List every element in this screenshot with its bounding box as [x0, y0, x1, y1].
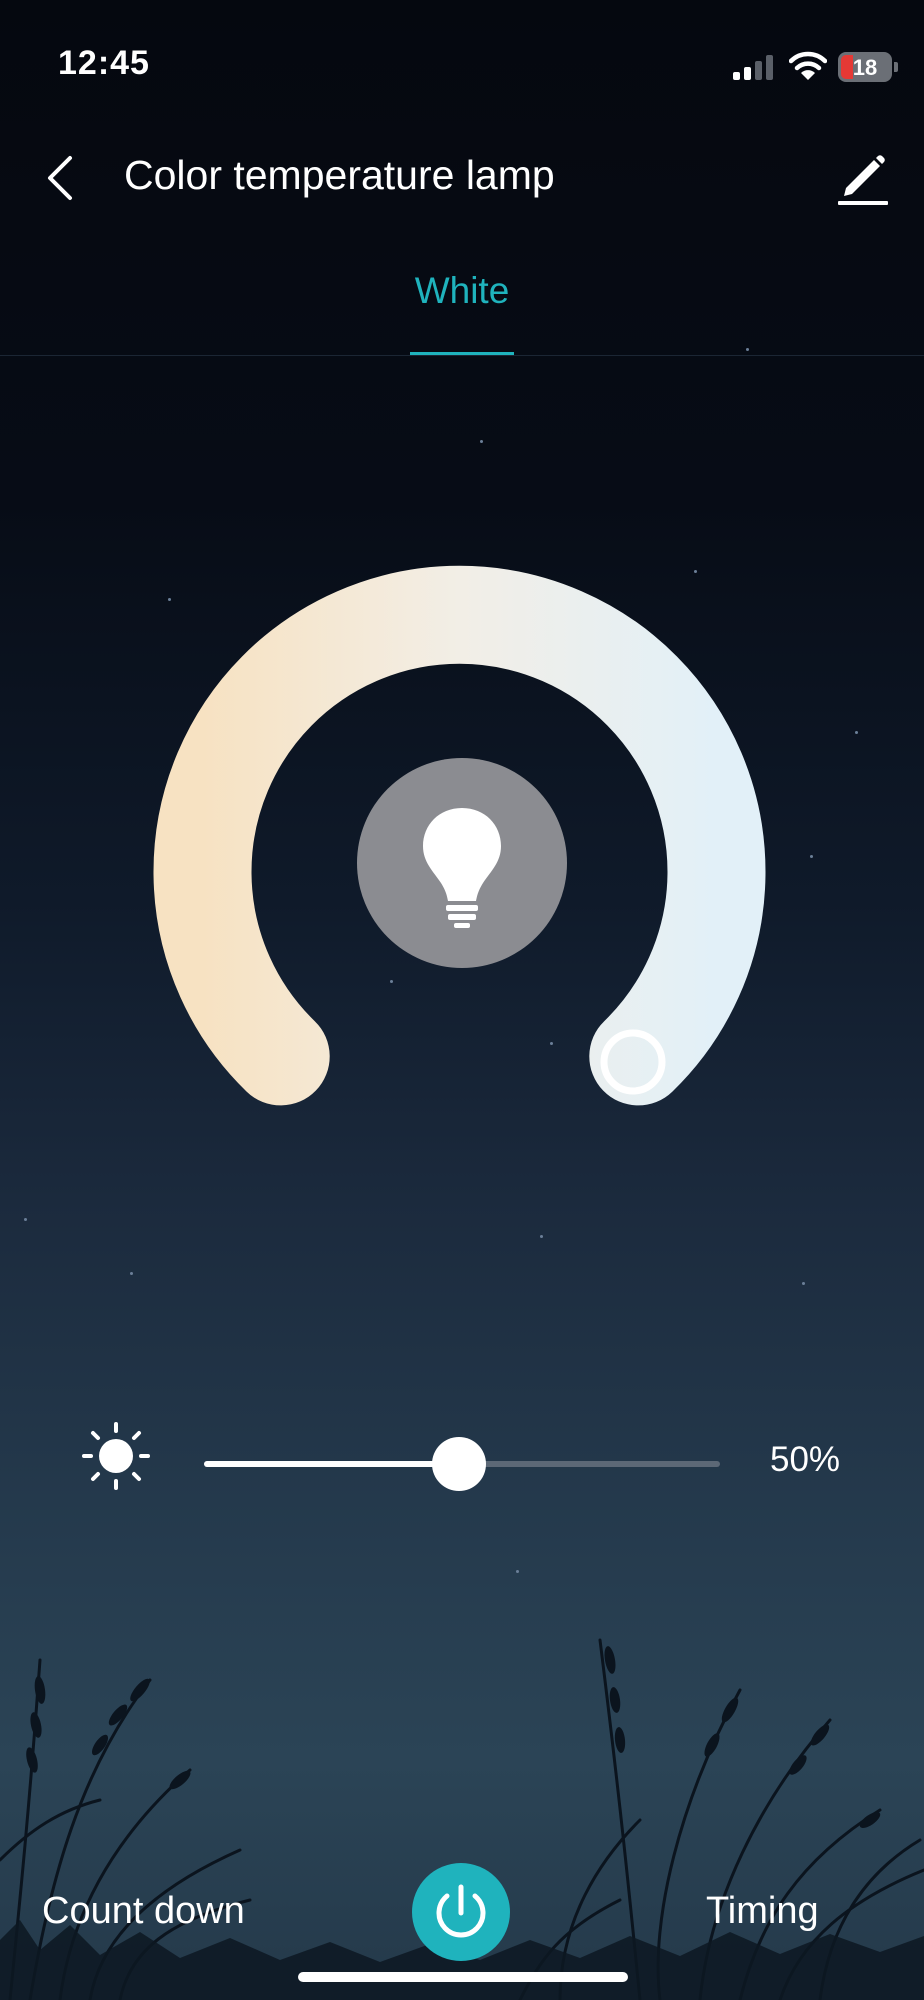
brightness-value: 50% — [770, 1440, 841, 1479]
tab-divider — [0, 355, 924, 356]
cellular-signal-icon — [733, 54, 775, 80]
timing-button[interactable]: Timing — [706, 1890, 819, 1933]
pencil-icon — [838, 155, 888, 205]
page-title: Color temperature lamp — [124, 152, 555, 198]
battery-tip — [894, 62, 898, 72]
sun-icon — [80, 1420, 152, 1492]
tab-white[interactable]: White — [380, 270, 544, 312]
light-bulb-button[interactable] — [357, 758, 567, 968]
wifi-icon — [788, 50, 828, 82]
back-button[interactable] — [42, 150, 82, 206]
light-bulb-icon — [423, 808, 501, 928]
edit-button[interactable] — [832, 150, 892, 206]
brightness-slider-fill — [204, 1461, 458, 1467]
status-time: 12:45 — [58, 44, 150, 82]
power-icon — [436, 1884, 486, 1938]
home-indicator[interactable] — [298, 1972, 628, 1982]
count-down-button[interactable]: Count down — [42, 1890, 245, 1933]
chevron-left-icon — [48, 156, 72, 200]
battery-percent: 18 — [852, 55, 878, 80]
battery-icon: 18 — [838, 52, 892, 82]
power-button[interactable] — [412, 1863, 510, 1961]
brightness-slider-thumb[interactable] — [432, 1437, 486, 1491]
